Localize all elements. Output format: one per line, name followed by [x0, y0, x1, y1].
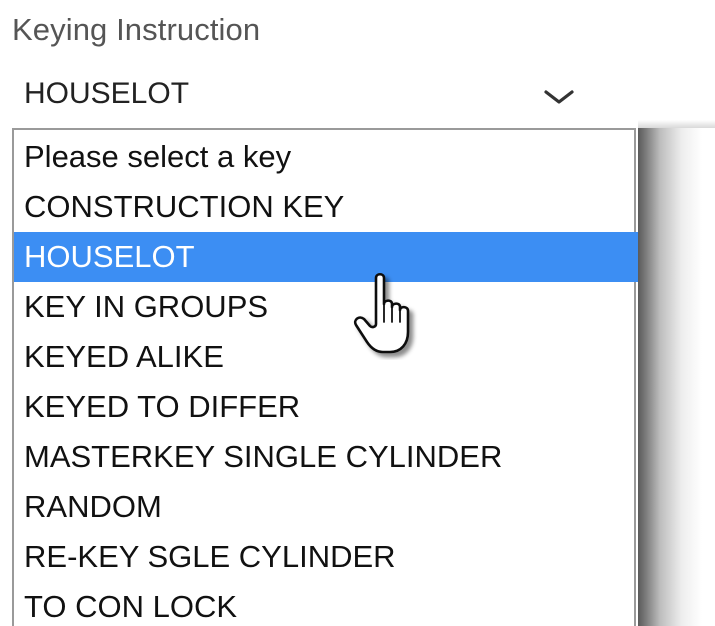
option-keyed-alike[interactable]: KEYED ALIKE: [14, 332, 638, 382]
option-houselot[interactable]: HOUSELOT: [14, 232, 638, 282]
option-construction-key[interactable]: CONSTRUCTION KEY: [14, 182, 638, 232]
option-keyed-to-differ[interactable]: KEYED TO DIFFER: [14, 382, 638, 432]
page: Keying Instruction HOUSELOT Please selec…: [0, 0, 715, 626]
option-to-con-lock[interactable]: TO CON LOCK: [14, 582, 638, 626]
dropdown-list[interactable]: Please select a key CONSTRUCTION KEY HOU…: [12, 128, 638, 626]
hand-pointer-icon: [353, 272, 410, 354]
dropdown-shadow: [638, 128, 715, 626]
keying-instruction-select[interactable]: HOUSELOT: [0, 70, 600, 124]
chevron-down-icon[interactable]: [542, 86, 576, 106]
option-key-in-groups[interactable]: KEY IN GROUPS: [14, 282, 638, 332]
option-masterkey-single-cylinder[interactable]: MASTERKEY SINGLE CYLINDER: [14, 432, 638, 482]
option-random[interactable]: RANDOM: [14, 482, 638, 532]
option-please-select[interactable]: Please select a key: [14, 132, 638, 182]
selected-value: HOUSELOT: [24, 77, 190, 110]
option-re-key-sgle-cylinder[interactable]: RE-KEY SGLE CYLINDER: [14, 532, 638, 582]
keying-instruction-label: Keying Instruction: [12, 12, 261, 47]
